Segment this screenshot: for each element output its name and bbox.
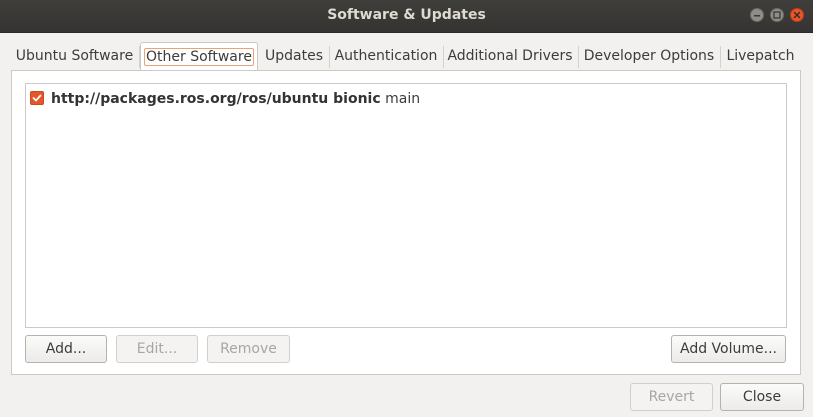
software-updates-window: Software & Updates Ubuntu Software Other…: [0, 0, 813, 417]
tab-separator: [329, 46, 330, 68]
minimize-icon: [754, 15, 760, 17]
tab-authentication[interactable]: Authentication: [331, 42, 441, 70]
close-icon: [793, 11, 801, 19]
edit-button[interactable]: Edit...: [116, 335, 198, 363]
tab-other-software[interactable]: Other Software: [140, 42, 258, 71]
add-button[interactable]: Add...: [25, 335, 107, 363]
list-item[interactable]: http://packages.ros.org/ros/ubuntu bioni…: [30, 88, 420, 110]
tab-additional-drivers[interactable]: Additional Drivers: [445, 42, 575, 70]
close-button[interactable]: Close: [720, 383, 804, 411]
add-volume-button[interactable]: Add Volume...: [671, 335, 786, 363]
title-bar[interactable]: Software & Updates: [0, 0, 813, 33]
remove-button[interactable]: Remove: [207, 335, 290, 363]
tab-separator: [578, 46, 579, 68]
close-window-button[interactable]: [790, 8, 804, 22]
revert-button[interactable]: Revert: [630, 383, 713, 411]
tab-bar: Ubuntu Software Other Software Updates A…: [11, 42, 801, 71]
checkmark-icon: [32, 94, 42, 102]
maximize-icon: [773, 11, 781, 19]
tab-livepatch[interactable]: Livepatch: [722, 42, 799, 70]
tab-ubuntu-software[interactable]: Ubuntu Software: [11, 42, 138, 70]
window-title: Software & Updates: [327, 7, 486, 23]
source-url: http://packages.ros.org/ros/ubuntu bioni…: [51, 91, 381, 107]
sources-list[interactable]: http://packages.ros.org/ros/ubuntu bioni…: [25, 83, 787, 328]
other-software-panel: http://packages.ros.org/ros/ubuntu bioni…: [11, 70, 801, 375]
source-enabled-checkbox[interactable]: [30, 91, 44, 105]
tab-developer-options[interactable]: Developer Options: [580, 42, 718, 70]
minimize-button[interactable]: [750, 8, 764, 22]
tab-separator: [720, 46, 721, 68]
maximize-button[interactable]: [770, 8, 784, 22]
tab-updates[interactable]: Updates: [261, 42, 327, 70]
tab-separator: [443, 46, 444, 68]
source-components: main: [385, 91, 421, 107]
